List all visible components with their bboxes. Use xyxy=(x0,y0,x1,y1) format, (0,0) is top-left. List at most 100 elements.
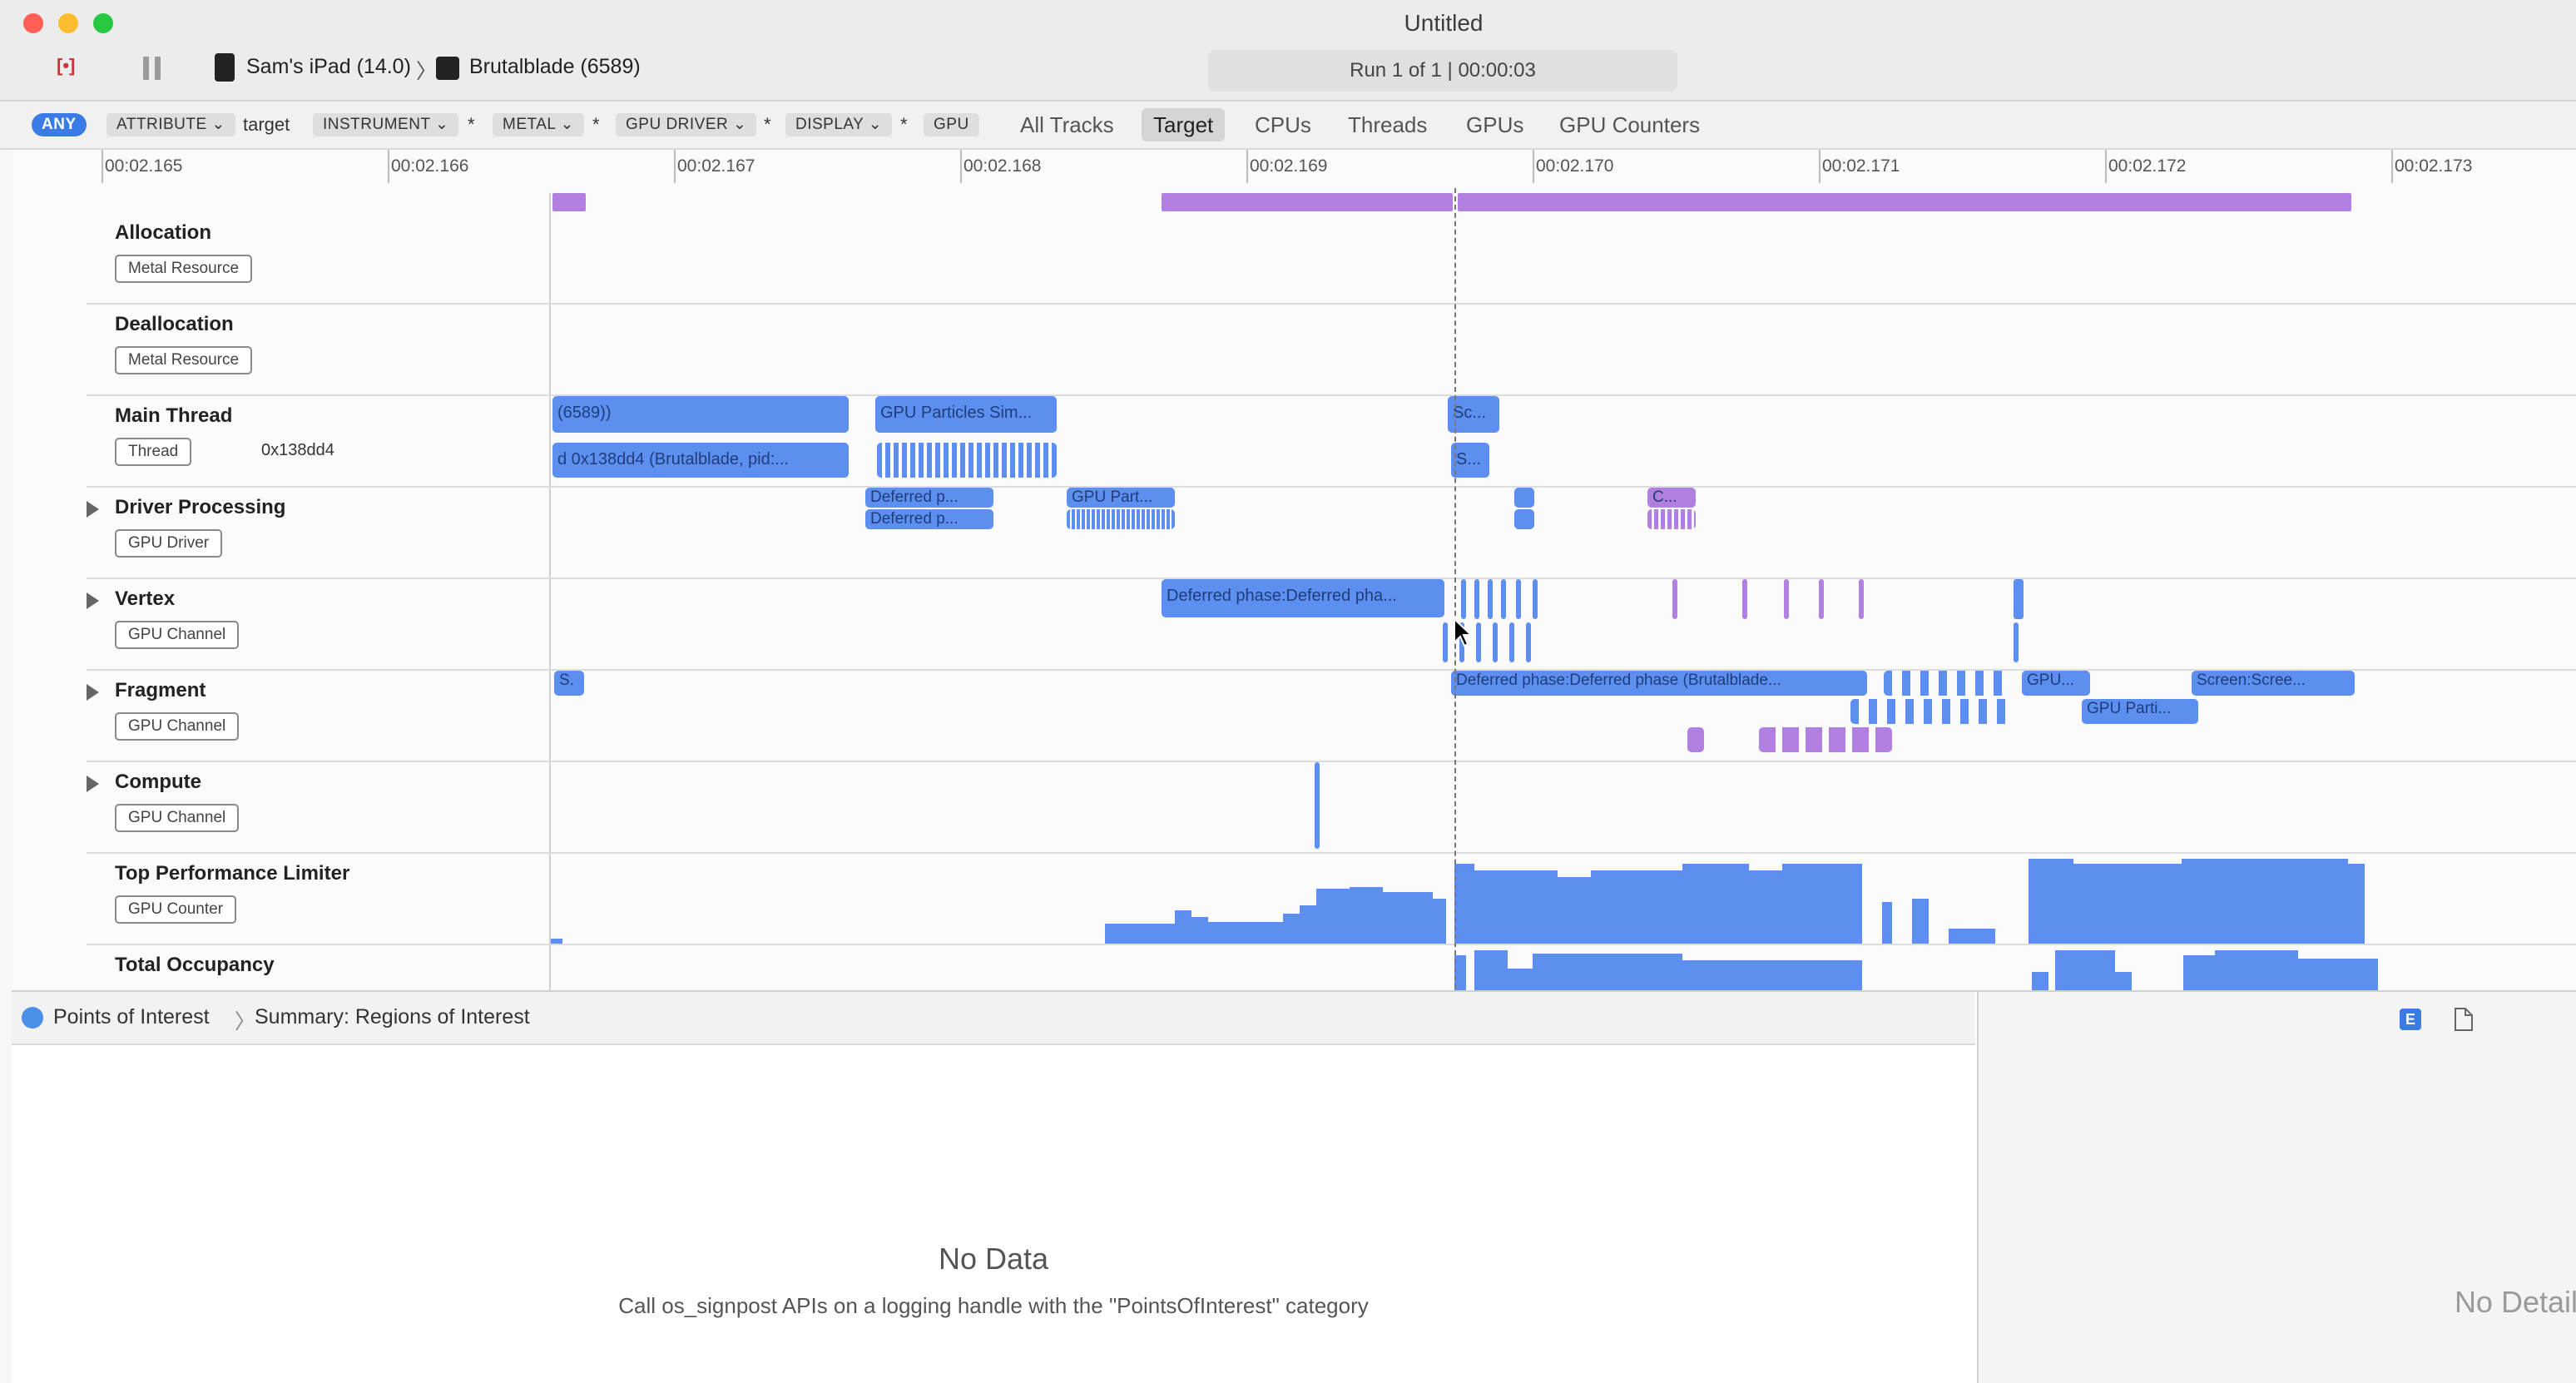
ruler-tick: 00:02.171 xyxy=(1822,156,1900,176)
detail-breadcrumb-bar: Points of Interest 〉 Summary: Regions of… xyxy=(12,992,1975,1045)
interval-tick[interactable] xyxy=(1476,622,1481,662)
interval-bar-cluster[interactable] xyxy=(1850,699,2009,724)
chevron-right-icon: 〉 xyxy=(416,60,438,83)
timeline-ruler[interactable]: 00:02.165 00:02.166 00:02.167 00:02.168 … xyxy=(12,150,2576,195)
interval-tick[interactable] xyxy=(1784,579,1789,619)
interval-tick[interactable] xyxy=(1509,622,1514,662)
disclosure-triangle-icon[interactable] xyxy=(87,776,99,792)
ruler-tick: 00:02.173 xyxy=(2395,156,2473,176)
track-badge: GPU Counter xyxy=(115,895,237,924)
extended-detail-icon[interactable]: E xyxy=(2400,1009,2421,1030)
track-compute[interactable]: Compute GPU Channel xyxy=(87,761,2576,854)
interval-bar[interactable]: Deferred phase:Deferred pha... xyxy=(1162,579,1444,617)
interval-tick[interactable] xyxy=(1474,579,1479,619)
app-icon xyxy=(436,57,459,80)
chevron-right-icon: 〉 xyxy=(235,1010,256,1034)
no-detail-text: No Detail xyxy=(2454,1285,2576,1319)
interval-bar-cluster[interactable] xyxy=(877,443,1057,478)
interval-bar[interactable]: Deferred phase:Deferred phase (Brutalbla… xyxy=(1451,671,1867,696)
interval-tick[interactable] xyxy=(1526,622,1531,662)
track-title: Deallocation xyxy=(115,313,234,335)
track-badge: Metal Resource xyxy=(115,346,253,374)
interval-bar[interactable] xyxy=(1514,509,1534,529)
disclosure-triangle-icon[interactable] xyxy=(87,501,99,518)
interval-tick[interactable] xyxy=(1533,579,1538,619)
filter-instrument-token[interactable]: INSTRUMENT ⌄ xyxy=(313,113,459,136)
interval-bar-cluster[interactable] xyxy=(1067,509,1175,529)
breadcrumb-child[interactable]: Summary: Regions of Interest xyxy=(255,1005,530,1029)
interval-bar[interactable]: GPU Part... xyxy=(1067,488,1175,508)
interval-tick[interactable] xyxy=(1819,579,1824,619)
interval-bar[interactable]: d 0x138dd4 (Brutalblade, pid:... xyxy=(552,443,849,478)
interval-bar-cluster[interactable] xyxy=(1884,671,2009,696)
filter-any-token[interactable]: ANY xyxy=(32,113,87,136)
disclosure-triangle-icon[interactable] xyxy=(87,592,99,609)
interval-tick[interactable] xyxy=(1672,579,1677,619)
ruler-tick: 00:02.170 xyxy=(1536,156,1614,176)
tab-gpus[interactable]: GPUs xyxy=(1454,108,1535,141)
interval-bar[interactable]: S... xyxy=(1451,443,1489,478)
interval-tick[interactable] xyxy=(1488,579,1493,619)
filter-target-text[interactable]: target xyxy=(243,113,290,136)
track-badge: Metal Resource xyxy=(115,255,253,283)
interval-tick[interactable] xyxy=(1501,579,1506,619)
track-allocation[interactable]: Allocation Metal Resource xyxy=(87,211,2576,305)
interval-bar[interactable]: Deferred p... xyxy=(865,509,993,529)
interval-bar[interactable]: GPU... xyxy=(2022,671,2090,696)
pause-button[interactable] xyxy=(143,57,163,80)
process-selector[interactable]: Brutalblade (6589) xyxy=(469,55,641,79)
interval-tick[interactable] xyxy=(1516,579,1521,619)
tab-threads[interactable]: Threads xyxy=(1336,108,1439,141)
breadcrumb-root[interactable]: Points of Interest xyxy=(53,1005,210,1029)
track-main-thread[interactable]: Main Thread Thread 0x138dd4 xyxy=(87,394,2576,488)
interval-bar[interactable]: GPU Particles Sim... xyxy=(875,396,1057,433)
interval-tick[interactable] xyxy=(1859,579,1864,619)
track-deallocation[interactable]: Deallocation Metal Resource xyxy=(87,303,2576,396)
no-detail-label: No Detail xyxy=(1979,1285,2576,1320)
interval-tick[interactable] xyxy=(1315,762,1320,849)
points-of-interest-icon xyxy=(22,1007,43,1029)
interval-tick[interactable] xyxy=(1493,622,1498,662)
interval-bar[interactable]: GPU Parti... xyxy=(2082,699,2198,724)
record-button[interactable]: [•] xyxy=(57,55,85,80)
filter-attribute-token[interactable]: ATTRIBUTE ⌄ xyxy=(107,113,235,136)
interval-tick[interactable] xyxy=(1461,579,1466,619)
document-icon[interactable] xyxy=(2453,1007,2474,1032)
filter-display-token[interactable]: DISPLAY ⌄ xyxy=(785,113,893,136)
performance-limiter-graph[interactable] xyxy=(551,855,2576,944)
tab-gpu-counters[interactable]: GPU Counters xyxy=(1548,108,1712,141)
ruler-tick: 00:02.166 xyxy=(391,156,469,176)
filter-wildcard-1: * xyxy=(468,114,475,135)
interval-bar[interactable]: (6589)) xyxy=(552,396,849,433)
interval-bar[interactable]: C... xyxy=(1647,488,1696,508)
tab-target[interactable]: Target xyxy=(1142,108,1226,141)
interval-bar[interactable]: Screen:Scree... xyxy=(2192,671,2355,696)
filter-bar: ANY ATTRIBUTE ⌄ target INSTRUMENT ⌄ * ME… xyxy=(0,102,2576,150)
filter-gpu-token[interactable]: GPU xyxy=(924,113,979,136)
track-title: Top Performance Limiter xyxy=(115,862,350,885)
interval-bar-cluster[interactable] xyxy=(1759,727,1892,752)
track-title: Allocation xyxy=(115,221,212,244)
interval-bar[interactable]: Deferred p... xyxy=(865,488,993,508)
interval-tick[interactable] xyxy=(1443,622,1448,662)
device-selector[interactable]: Sam's iPad (14.0) xyxy=(246,55,411,79)
tracks-area[interactable]: Allocation Metal Resource Deallocation M… xyxy=(12,193,2576,990)
disclosure-triangle-icon[interactable] xyxy=(87,684,99,701)
tab-all-tracks[interactable]: All Tracks xyxy=(1008,108,1126,141)
interval-bar[interactable] xyxy=(1687,727,1704,752)
filter-metal-token[interactable]: METAL ⌄ xyxy=(493,113,584,136)
interval-bar[interactable] xyxy=(1514,488,1534,508)
tab-cpus[interactable]: CPUs xyxy=(1243,108,1323,141)
total-occupancy-graph[interactable] xyxy=(551,947,2576,990)
interval-tick[interactable] xyxy=(2014,579,2024,619)
track-title: Compute xyxy=(115,771,201,793)
track-driver-processing[interactable]: Driver Processing GPU Driver xyxy=(87,486,2576,579)
interval-tick[interactable] xyxy=(1742,579,1747,619)
ipad-icon xyxy=(215,53,235,82)
playhead[interactable] xyxy=(1454,188,1456,989)
interval-bar[interactable]: S. xyxy=(554,671,584,696)
filter-gpu-driver-token[interactable]: GPU DRIVER ⌄ xyxy=(616,113,757,136)
interval-bar-cluster[interactable] xyxy=(1647,509,1696,529)
interval-tick[interactable] xyxy=(2014,622,2019,662)
track-title: Total Occupancy xyxy=(115,954,275,976)
